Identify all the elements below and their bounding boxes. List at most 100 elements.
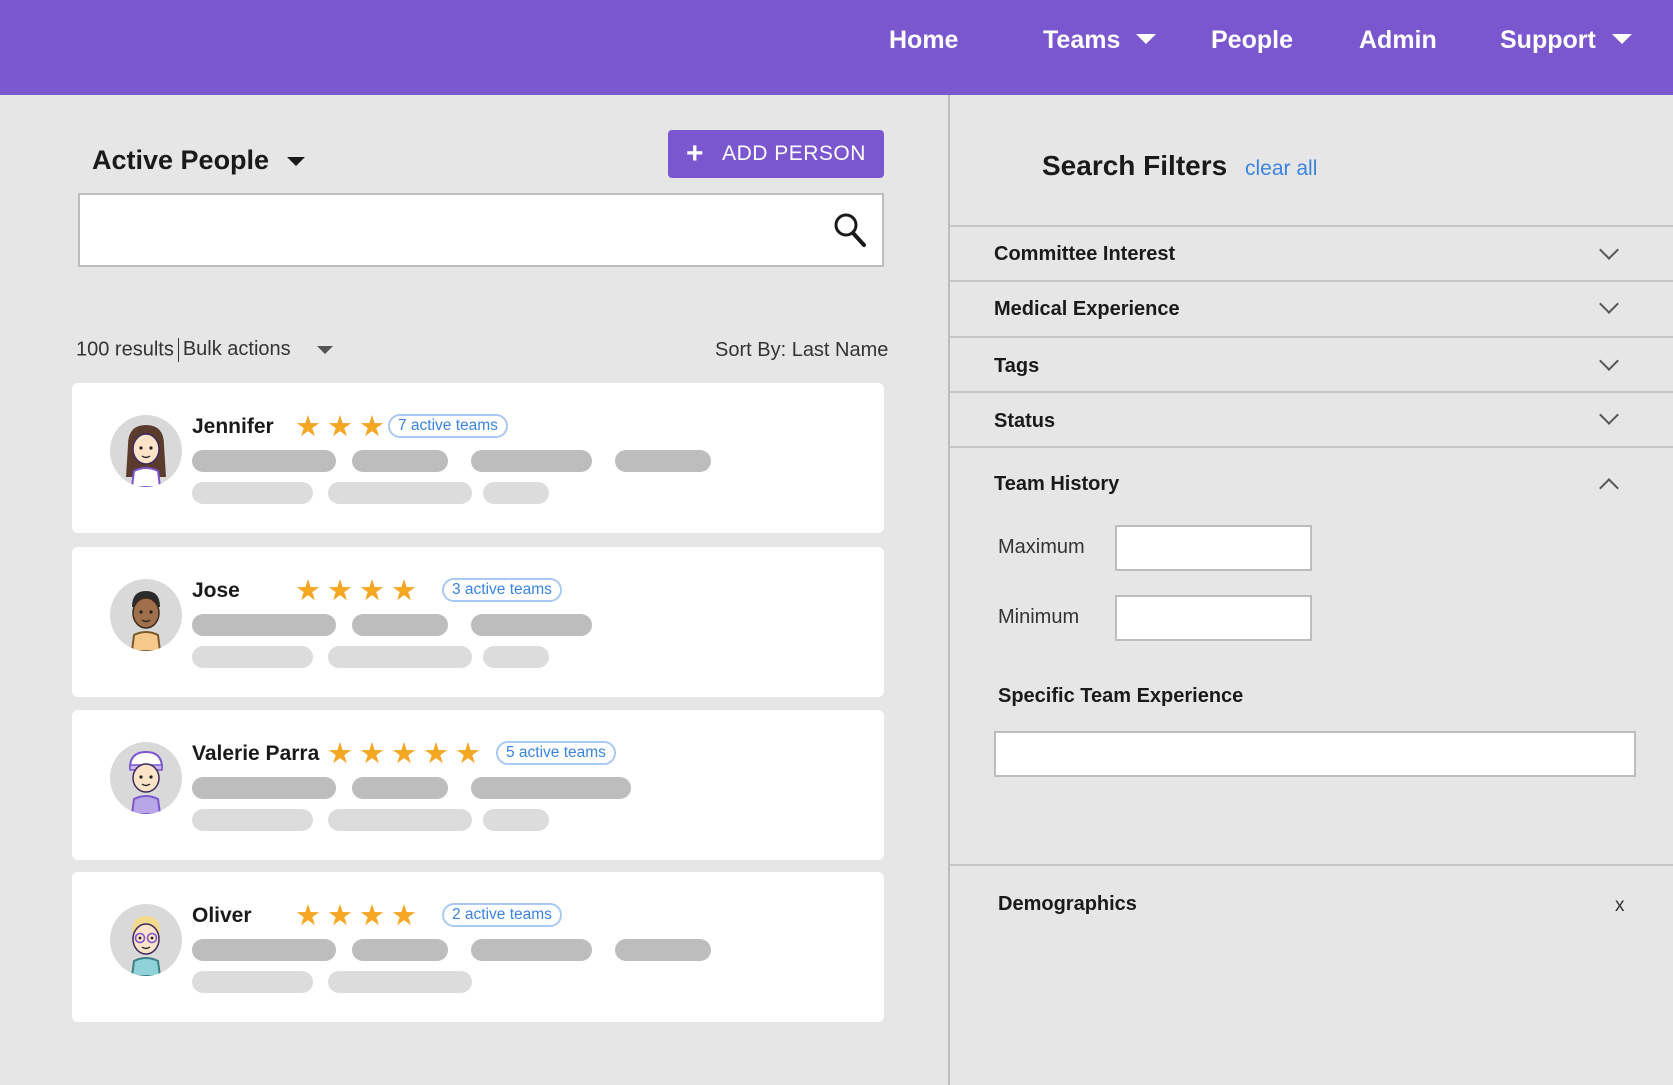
filter-committee-interest[interactable]: Committee Interest [994,243,1175,266]
results-count: 100 results [76,338,174,361]
nav-teams-label: Teams [1043,26,1121,54]
add-person-button[interactable]: + ADD PERSON [668,130,884,178]
person-name[interactable]: Oliver [192,904,252,928]
divider [950,336,1673,338]
placeholder-bar [352,614,448,636]
placeholder-bar [615,450,711,472]
search-input[interactable] [94,195,798,267]
star-rating: ★★★★ [295,575,423,607]
page-title: Active People [92,145,270,175]
person-card[interactable]: Jose ★★★★ 3 active teams [72,547,884,697]
specific-team-input[interactable] [996,733,1634,775]
placeholder-bar [328,809,472,831]
placeholder-bar [328,646,472,668]
filter-medical-experience[interactable]: Medical Experience [994,298,1180,321]
nav-support[interactable]: Support [1500,26,1632,55]
placeholder-bar [328,482,472,504]
nav-admin[interactable]: Admin [1359,26,1437,55]
placeholder-bar [483,482,549,504]
divider [950,225,1673,227]
avatar-illustration [130,916,162,976]
maximum-input[interactable] [1117,527,1310,569]
star-rating: ★★★★ [295,900,423,932]
placeholder-bar [471,614,592,636]
placeholder-bar [352,939,448,961]
minimum-field-box [1115,595,1312,641]
star-rating: ★★★★★ [327,738,487,770]
active-teams-badge[interactable]: 3 active teams [442,578,562,602]
placeholder-bar [471,450,592,472]
nav-support-label: Support [1500,26,1596,54]
person-name[interactable]: Jennifer [192,415,274,439]
chevron-up-icon[interactable] [1599,478,1619,498]
chevron-down-icon [287,157,306,167]
placeholder-bar [471,777,631,799]
placeholder-bar [328,971,472,993]
placeholder-bar [615,939,711,961]
filter-team-history[interactable]: Team History [994,473,1119,496]
divider [950,446,1673,448]
bulk-actions-dropdown[interactable]: Bulk actions [183,338,333,360]
clear-all-link[interactable]: clear all [1245,157,1317,181]
filter-status[interactable]: Status [994,410,1055,433]
bulk-actions-label: Bulk actions [182,338,291,361]
plus-icon: + [686,137,705,170]
placeholder-bar [483,646,549,668]
specific-team-label: Specific Team Experience [998,685,1244,707]
placeholder-bar [192,809,313,831]
placeholder-bar [471,939,592,961]
placeholder-bar [192,939,336,961]
person-name[interactable]: Jose [192,579,240,603]
active-teams-badge[interactable]: 7 active teams [388,414,508,438]
person-card[interactable]: Valerie Parra ★★★★★ 5 active teams [72,710,884,860]
chevron-down-icon[interactable] [1599,351,1619,371]
placeholder-bar [192,777,336,799]
person-card[interactable]: Oliver ★★★★ 2 active teams [72,872,884,1022]
person-card[interactable]: Jennifer ★★★ 7 active teams [72,383,884,533]
nav-teams[interactable]: Teams [1043,26,1157,55]
search-icon[interactable] [832,211,868,249]
active-teams-badge[interactable]: 2 active teams [442,903,562,927]
placeholder-bar [483,809,549,831]
minimum-input[interactable] [1117,597,1310,639]
filters-title: Search Filters [1042,150,1228,181]
avatar [110,742,182,814]
divider [950,864,1673,866]
chevron-down-icon[interactable] [1599,405,1619,425]
close-icon[interactable]: x [1615,895,1625,917]
divider [950,391,1673,393]
maximum-field-box [1115,525,1312,571]
chevron-down-icon[interactable] [1599,294,1619,314]
filter-demographics[interactable]: Demographics [998,893,1137,916]
placeholder-bar [352,777,448,799]
search-box [78,193,884,267]
chevron-down-icon[interactable] [1599,240,1619,260]
add-person-label: ADD PERSON [722,142,866,165]
placeholder-bar [192,971,313,993]
divider [950,280,1673,282]
filter-tags[interactable]: Tags [994,355,1039,378]
chevron-down-icon [1611,34,1632,45]
results-bar: 100 results Bulk actions [76,338,333,362]
people-view-dropdown[interactable]: Active People [92,145,306,176]
placeholder-bar [192,646,313,668]
avatar-illustration [126,425,166,487]
person-name[interactable]: Valerie Parra [192,742,319,766]
search-filters-panel: Search Filters clear all Committee Inter… [948,95,1673,1085]
placeholder-bar [192,614,336,636]
top-nav-bar: Home Teams People Admin Support [0,0,1673,95]
minimum-label: Minimum [998,606,1080,628]
star-rating: ★★★ [295,411,391,443]
nav-people[interactable]: People [1211,26,1293,55]
placeholder-bar [192,450,336,472]
chevron-down-icon [1136,34,1157,45]
active-teams-badge[interactable]: 5 active teams [496,741,616,765]
divider [177,338,179,362]
placeholder-bar [192,482,313,504]
maximum-label: Maximum [998,536,1085,558]
nav-home[interactable]: Home [889,26,958,55]
avatar [110,415,182,487]
sort-dropdown[interactable]: Sort By: Last Name [715,339,888,362]
avatar [110,904,182,976]
specific-team-field-box [994,731,1636,777]
